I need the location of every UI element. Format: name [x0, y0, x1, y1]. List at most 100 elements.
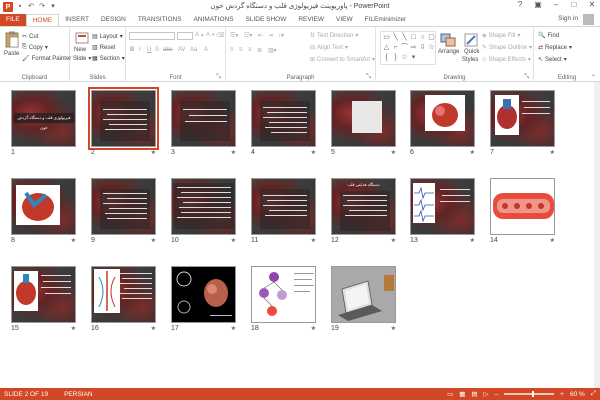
transition-star-icon[interactable]: ★ — [151, 149, 156, 156]
columns-icon[interactable]: ▥▾ — [268, 47, 277, 54]
line-spacing-icon[interactable]: ↕▾ — [278, 32, 284, 39]
underline-icon[interactable]: U — [147, 47, 151, 53]
save-icon[interactable]: ▪ — [16, 3, 24, 11]
slide-thumbnail[interactable]: 10 ★ — [171, 178, 236, 245]
minimize-icon[interactable]: – — [550, 0, 562, 9]
bold-icon[interactable]: B — [130, 47, 134, 53]
transition-star-icon[interactable]: ★ — [311, 149, 316, 156]
line-shape-icon[interactable]: ╲ — [391, 33, 400, 43]
more-shapes-icon[interactable]: ▾ — [409, 53, 418, 63]
slide-19-preview[interactable] — [331, 266, 396, 323]
arrow-shape-icon[interactable]: ⇨ — [409, 43, 418, 53]
normal-view-icon[interactable]: ▭ — [447, 390, 453, 398]
slide-thumbnail[interactable]: 15 ★ — [11, 266, 76, 333]
zoom-slider[interactable] — [504, 391, 555, 397]
slide-thumbnail[interactable]: 11 ★ — [251, 178, 316, 245]
quick-styles-label[interactable]: Styles — [462, 57, 478, 63]
align-right-icon[interactable]: ≡ — [248, 47, 252, 53]
increase-indent-icon[interactable]: ⇥ — [268, 32, 273, 39]
slide-14-preview[interactable] — [490, 178, 555, 235]
transition-star-icon[interactable]: ★ — [151, 237, 156, 244]
shape-outline-button[interactable]: ✎ Shape Outline ▾ — [482, 44, 532, 52]
slide-9-preview[interactable] — [91, 178, 156, 235]
slide-thumbnail[interactable]: 5 ★ — [331, 90, 396, 157]
slide-thumbnail[interactable]: 19 ★ — [331, 266, 396, 333]
slide-10-preview[interactable] — [171, 178, 236, 235]
sign-in-link[interactable]: Sign in — [558, 15, 578, 22]
slide-thumbnail[interactable]: 9 ★ — [91, 178, 156, 245]
maximize-icon[interactable]: □ — [568, 0, 580, 9]
slide-1-preview[interactable]: فیزیولوژی قلب و دستگاه گردش خون — [11, 90, 76, 147]
transition-star-icon[interactable]: ★ — [231, 325, 236, 332]
slide-12-preview[interactable]: دستگاه هدایتی قلب — [331, 178, 396, 235]
transition-star-icon[interactable]: ★ — [550, 149, 555, 156]
align-text-button[interactable]: ⊟ Align Text ▾ — [310, 44, 348, 52]
align-left-icon[interactable]: ≡ — [230, 47, 234, 53]
oval-shape-icon[interactable]: ○ — [418, 33, 427, 43]
transition-star-icon[interactable]: ★ — [71, 237, 76, 244]
char-spacing-icon[interactable]: AV — [178, 47, 186, 53]
transition-star-icon[interactable]: ★ — [71, 325, 76, 332]
fit-slide-icon[interactable]: ⤢ — [591, 390, 596, 398]
slide-thumbnail[interactable]: 3 ★ — [171, 90, 236, 157]
tab-fileminimizer[interactable]: FILEminimizer — [359, 14, 413, 26]
tab-slide-show[interactable]: SLIDE SHOW — [240, 14, 293, 26]
shapes-gallery[interactable]: ▭ ╲ ╲ □ ○ ▢ △ ⌐ ⌒ ⇨ ⇩ ☆ { } ☆ ▾ — [380, 31, 436, 65]
layout-button[interactable]: ▤ Layout ▾ — [92, 33, 123, 41]
slide-show-view-icon[interactable]: ▷ — [484, 390, 489, 398]
arrange-icon[interactable] — [440, 33, 456, 47]
strikethrough-icon[interactable]: abc — [163, 47, 173, 53]
slide-thumbnail[interactable]: 7 ★ — [490, 90, 555, 157]
slide-thumbnail[interactable]: فیزیولوژی قلب و دستگاه گردش خون 1 — [11, 90, 76, 157]
align-center-icon[interactable]: ≡ — [239, 47, 243, 53]
italic-icon[interactable]: I — [139, 47, 141, 53]
redo-icon[interactable]: ↷ — [38, 3, 46, 11]
new-slide-icon[interactable] — [75, 31, 89, 45]
quick-styles-icon[interactable] — [464, 33, 478, 47]
tab-home[interactable]: HOME — [25, 14, 60, 26]
transition-star-icon[interactable]: ★ — [391, 325, 396, 332]
font-color-icon[interactable]: A — [204, 47, 208, 53]
numbering-icon[interactable]: ☷▾ — [244, 32, 252, 39]
zoom-level[interactable]: 60 % — [570, 391, 585, 398]
new-slide-dropdown[interactable]: Slide ▾ — [73, 55, 91, 63]
slide-thumbnail[interactable]: 4 ★ — [251, 90, 316, 157]
transition-star-icon[interactable]: ★ — [151, 325, 156, 332]
slide-17-preview[interactable] — [171, 266, 236, 323]
quick-styles-button[interactable]: Quick — [464, 49, 479, 55]
transition-star-icon[interactable]: ★ — [231, 149, 236, 156]
star-shape-icon[interactable]: ☆ — [400, 53, 409, 63]
rounded-rect-shape-icon[interactable]: ▢ — [427, 33, 436, 43]
shrink-font-icon[interactable]: A ▾ — [206, 32, 215, 38]
transition-star-icon[interactable]: ★ — [231, 237, 236, 244]
font-name-select[interactable] — [129, 32, 175, 40]
slide-2-preview[interactable] — [88, 87, 159, 150]
close-icon[interactable]: ✕ — [586, 0, 598, 9]
slide-thumbnail[interactable]: 18 ★ — [251, 266, 316, 333]
convert-smartart-button[interactable]: ⊞ Convert to SmartArt ▾ — [310, 56, 375, 64]
slide-thumbnail[interactable]: 17 ★ — [171, 266, 236, 333]
tab-transitions[interactable]: TRANSITIONS — [132, 14, 188, 26]
slide-thumbnail[interactable]: 14 ★ — [490, 178, 555, 245]
new-slide-button[interactable]: New — [74, 47, 86, 53]
arrow-down-shape-icon[interactable]: ⇩ — [418, 43, 427, 53]
brace-shape-icon[interactable]: { — [382, 53, 391, 63]
slide-sorter-view-icon[interactable]: ▦ — [459, 390, 465, 398]
clear-format-icon[interactable]: ⌫ — [216, 32, 224, 39]
slide-thumbnail[interactable]: 2 ★ — [88, 87, 159, 157]
tab-view[interactable]: VIEW — [330, 14, 359, 26]
shape-fill-button[interactable]: ◈ Shape Fill ▾ — [482, 32, 520, 40]
slide-thumbnail[interactable]: 13 ★ — [410, 178, 475, 245]
collapse-ribbon-icon[interactable]: ⌃ — [591, 74, 596, 81]
line-shape-icon[interactable]: ╲ — [400, 33, 409, 43]
curve-shape-icon[interactable]: ⌒ — [400, 43, 409, 53]
tab-insert[interactable]: INSERT — [59, 14, 95, 26]
shape-effects-button[interactable]: ◇ Shape Effects ▾ — [482, 56, 531, 64]
slide-18-preview[interactable] — [251, 266, 316, 323]
reset-button[interactable]: ▥ Reset — [92, 44, 115, 52]
triangle-shape-icon[interactable]: △ — [382, 43, 391, 53]
slide-thumbnail[interactable]: 6 ★ — [410, 90, 475, 157]
transition-star-icon[interactable]: ★ — [470, 149, 475, 156]
text-direction-button[interactable]: ⇅ Text Direction ▾ — [310, 32, 358, 40]
transition-star-icon[interactable]: ★ — [470, 237, 475, 244]
